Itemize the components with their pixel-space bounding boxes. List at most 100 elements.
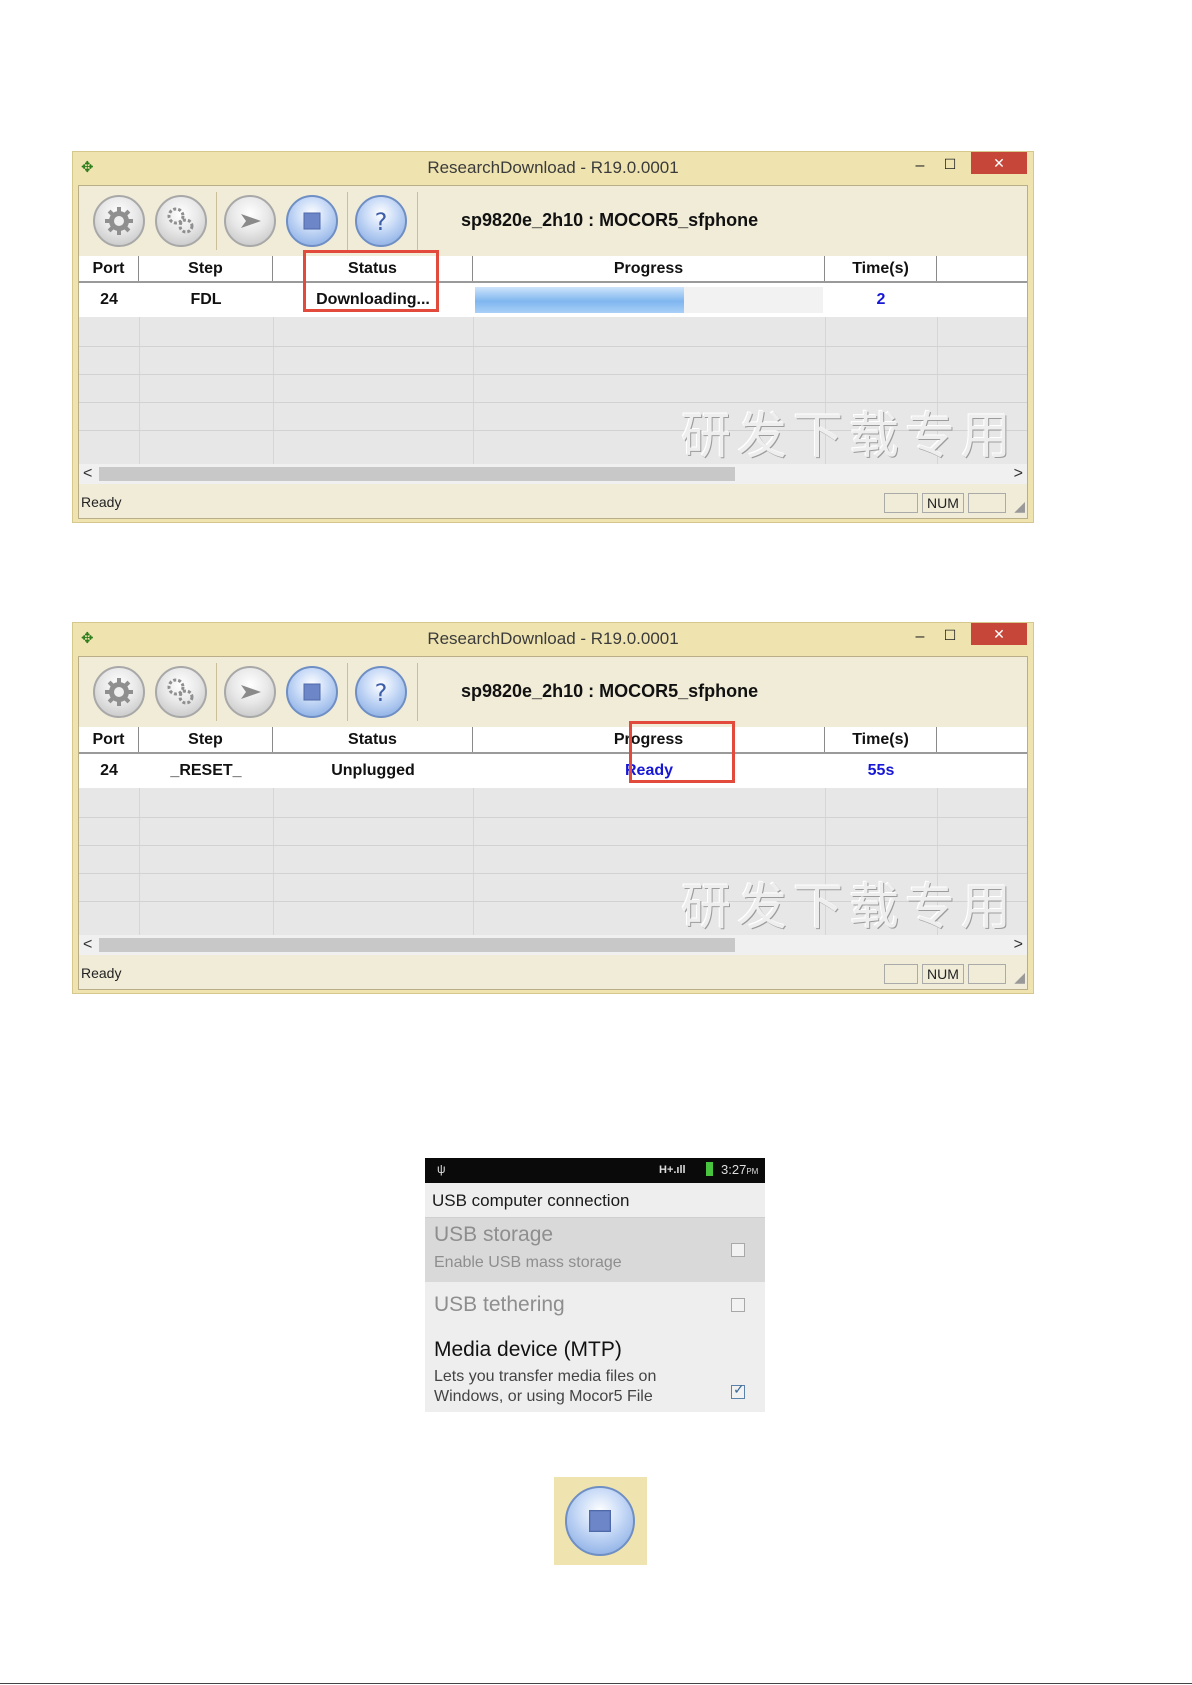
table-row[interactable]: 24 _RESET_ Unplugged Ready 55s (79, 754, 1027, 788)
column-time[interactable]: Time(s) (825, 256, 937, 281)
status-text: Ready (81, 965, 122, 981)
gears-icon (167, 207, 194, 234)
stop-download-button[interactable] (286, 666, 338, 718)
play-arrow-icon (241, 214, 261, 228)
option-description-line2: Windows, or using Mocor5 File (434, 1388, 653, 1405)
step-cell: _RESET_ (170, 762, 242, 779)
port-list[interactable]: Port Step Status Progress Time(s) 24 _RE… (79, 727, 1027, 935)
signal-strength-icon: .ıll (673, 1164, 686, 1176)
svg-text:?: ? (375, 679, 388, 707)
phone-clock-time: 3:27 (721, 1162, 747, 1177)
status-pane (968, 493, 1006, 513)
column-port[interactable]: Port (79, 256, 139, 281)
title-bar[interactable]: ✥ ResearchDownload - R19.0.0001 – ☐ ✕ (73, 152, 1033, 184)
gear-icon (105, 207, 133, 235)
row-divider (79, 817, 1027, 818)
stop-download-button[interactable] (286, 195, 338, 247)
option-label: USB tethering (434, 1293, 565, 1316)
step-cell: FDL (190, 291, 222, 308)
minimize-icon[interactable]: – (909, 156, 931, 178)
network-type: H+.ıll (659, 1164, 686, 1176)
toolbar: ? sp9820e_2h10 : MOCOR5_sfphone (79, 657, 1027, 727)
list-header: Port Step Status Progress Time(s) (79, 256, 1027, 283)
usb-storage-checkbox[interactable] (731, 1243, 745, 1257)
usb-tethering-checkbox[interactable] (731, 1298, 745, 1312)
column-step[interactable]: Step (139, 256, 273, 281)
phone-usb-connection-screen: ψ H+.ıll 3:27PM USB computer connection … (425, 1158, 765, 1412)
option-label: USB storage (434, 1223, 554, 1246)
network-type-label: H+ (659, 1164, 674, 1176)
status-bar: Ready NUM ◢ (79, 957, 1027, 989)
start-download-button[interactable] (224, 195, 276, 247)
row-divider (79, 374, 1027, 375)
scroll-thumb[interactable] (99, 938, 735, 952)
status-cell: Unplugged (331, 762, 415, 779)
resize-grip-icon[interactable]: ◢ (1014, 969, 1025, 986)
start-download-button[interactable] (224, 666, 276, 718)
scroll-right-icon[interactable]: > (1014, 935, 1023, 955)
progress-bar (475, 287, 823, 313)
num-lock-indicator: NUM (922, 493, 964, 513)
help-button[interactable]: ? (355, 195, 407, 247)
row-divider (79, 845, 1027, 846)
watermark-text: 研发下载专用 (681, 407, 1017, 464)
status-highlight-box (303, 250, 439, 312)
table-row[interactable]: 24 FDL Downloading... 2 (79, 283, 1027, 317)
client-area: ? sp9820e_2h10 : MOCOR5_sfphone Port Ste… (78, 185, 1028, 519)
progress-bar-fill (475, 287, 684, 313)
column-step[interactable]: Step (139, 727, 273, 752)
row-divider (79, 346, 1027, 347)
scroll-left-icon[interactable]: < (83, 464, 92, 484)
gear-icon (105, 678, 133, 706)
horizontal-scrollbar[interactable]: < > (79, 935, 1027, 955)
maximize-icon[interactable]: ☐ (939, 625, 961, 647)
client-area: ? sp9820e_2h10 : MOCOR5_sfphone Port Ste… (78, 656, 1028, 990)
research-download-window-1: ✥ ResearchDownload - R19.0.0001 – ☐ ✕ ? … (72, 151, 1034, 523)
scroll-right-icon[interactable]: > (1014, 464, 1023, 484)
minimize-icon[interactable]: – (909, 627, 931, 649)
column-time[interactable]: Time(s) (825, 727, 937, 752)
play-arrow-icon (241, 685, 261, 699)
scroll-left-icon[interactable]: < (83, 935, 92, 955)
time-cell: 2 (876, 291, 886, 308)
gears-icon (167, 678, 194, 705)
project-name: sp9820e_2h10 : MOCOR5_sfphone (461, 210, 759, 230)
progress-highlight-box (629, 721, 735, 783)
option-description: Enable USB mass storage (434, 1254, 622, 1271)
help-question-icon: ? (375, 679, 388, 707)
phone-screen-title: USB computer connection (432, 1191, 630, 1210)
option-usb-storage[interactable]: USB storage Enable USB mass storage (425, 1218, 765, 1282)
list-header: Port Step Status Progress Time(s) (79, 727, 1027, 754)
advanced-settings-button[interactable] (155, 195, 207, 247)
checkmark-icon: ✓ (733, 1381, 745, 1397)
help-button[interactable]: ? (355, 666, 407, 718)
close-icon[interactable]: ✕ (971, 623, 1027, 645)
num-lock-indicator: NUM (922, 964, 964, 984)
window-title: ResearchDownload - R19.0.0001 (427, 629, 679, 648)
page-bottom-rule (0, 1683, 1192, 1684)
scroll-thumb[interactable] (99, 467, 735, 481)
stop-download-button-large[interactable] (565, 1486, 635, 1556)
settings-button[interactable] (93, 195, 145, 247)
column-progress[interactable]: Progress (473, 256, 825, 281)
status-text: Ready (81, 494, 122, 510)
settings-button[interactable] (93, 666, 145, 718)
maximize-icon[interactable]: ☐ (939, 154, 961, 176)
column-port[interactable]: Port (79, 727, 139, 752)
advanced-settings-button[interactable] (155, 666, 207, 718)
resize-grip-icon[interactable]: ◢ (1014, 498, 1025, 515)
row-divider (79, 873, 1027, 874)
column-status[interactable]: Status (273, 727, 473, 752)
option-description-line1: Lets you transfer media files on (434, 1368, 657, 1385)
mtp-checkbox[interactable]: ✓ (731, 1381, 745, 1399)
usb-icon: ψ (437, 1162, 446, 1176)
stop-button-closeup (554, 1477, 647, 1565)
toolbar: ? sp9820e_2h10 : MOCOR5_sfphone (79, 186, 1027, 256)
port-list[interactable]: Port Step Status Progress Time(s) 24 FDL… (79, 256, 1027, 464)
status-pane (884, 964, 918, 984)
battery-icon (706, 1162, 713, 1176)
horizontal-scrollbar[interactable]: < > (79, 464, 1027, 484)
title-bar[interactable]: ✥ ResearchDownload - R19.0.0001 – ☐ ✕ (73, 623, 1033, 655)
time-cell: 55s (867, 762, 895, 779)
close-icon[interactable]: ✕ (971, 152, 1027, 174)
